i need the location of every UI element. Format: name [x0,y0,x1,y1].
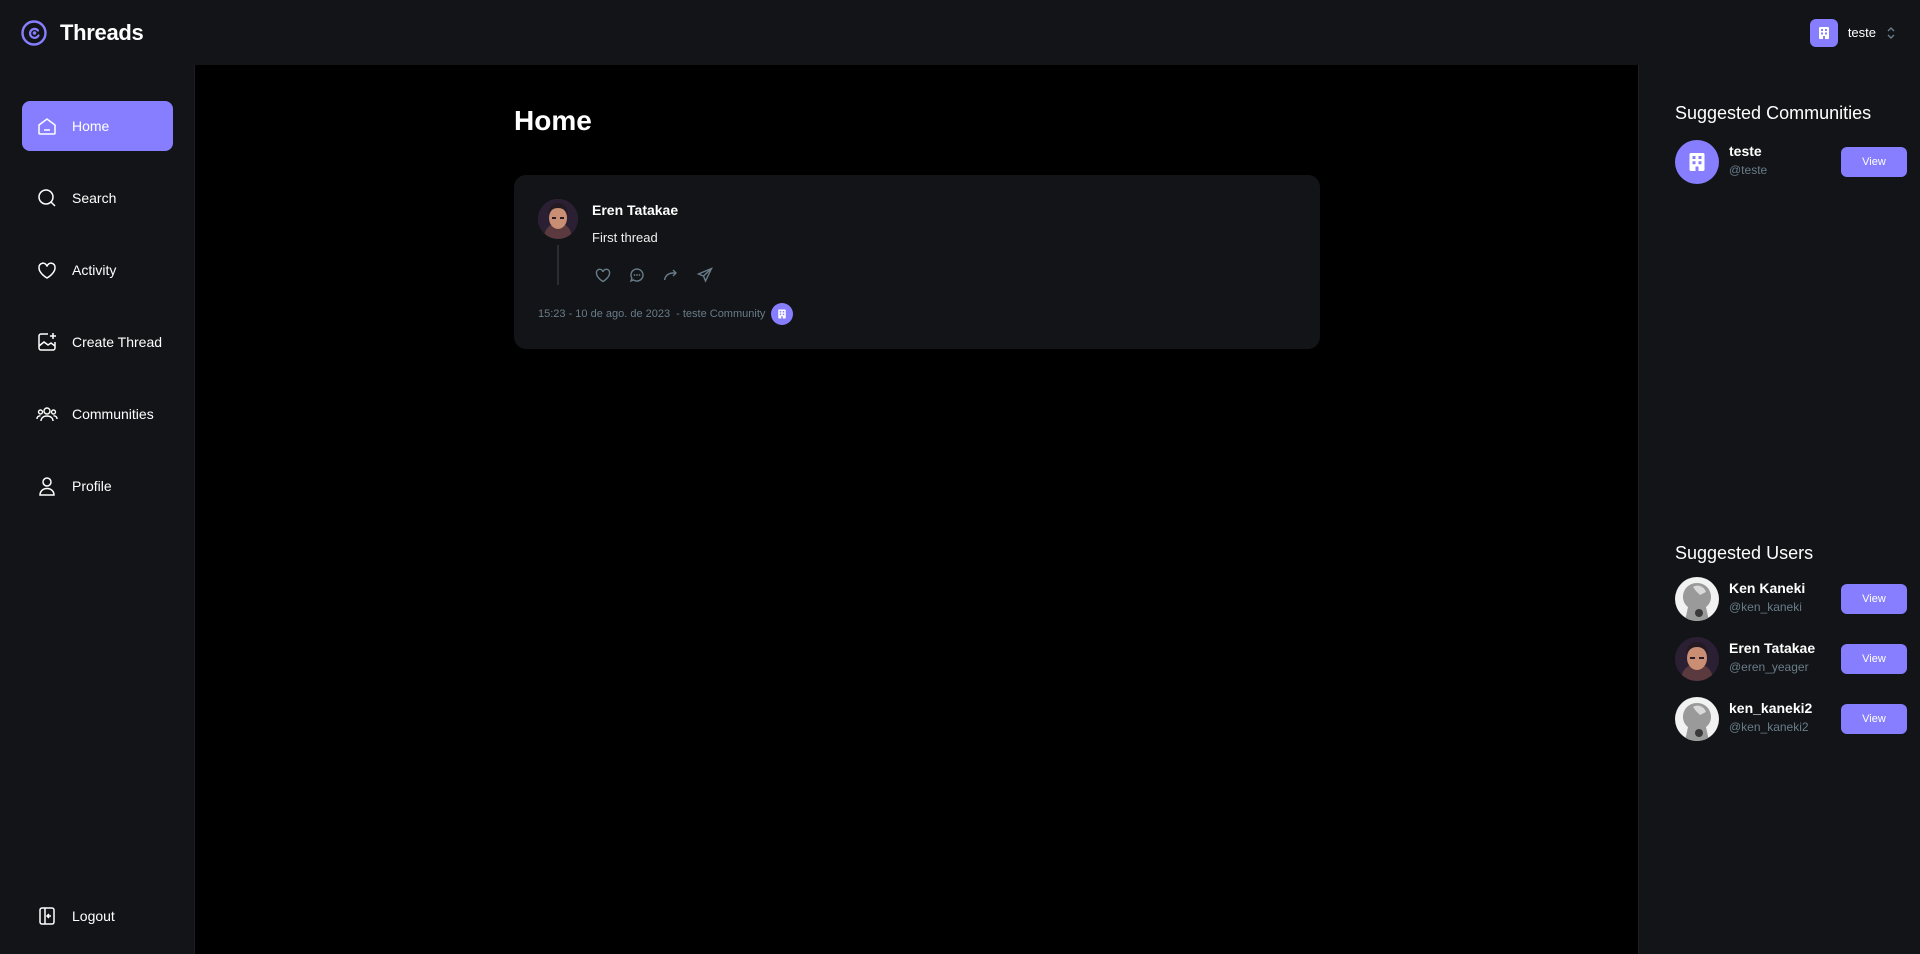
app-name: Threads [60,19,144,45]
suggested-user-row: ken_kaneki2 @ken_kaneki2 View [1675,697,1907,743]
sidebar-item-profile[interactable]: Profile [22,461,173,511]
community-name: teste [1729,143,1762,159]
thread-community-link[interactable]: - teste Community [676,308,765,320]
logout-icon [36,905,58,927]
top-bar: Threads teste [0,0,1920,65]
suggested-user-row: Ken Kaneki @ken_kaneki View [1675,577,1907,623]
user-avatar[interactable] [1675,697,1719,741]
user-avatar-image [1675,637,1719,681]
sidebar-item-label: Activity [72,262,117,278]
search-icon [36,187,58,209]
thread-text: First thread [592,230,658,245]
user-name: Eren Tatakae [1729,640,1816,656]
sidebar-item-communities[interactable]: Communities [22,389,173,439]
share-icon[interactable] [694,264,716,286]
logout-label: Logout [72,908,115,924]
main-content: Home Eren Tatakae First thread 15:23 - 1… [195,65,1638,954]
building-icon [1818,26,1829,39]
thread-meta: 15:23 - 10 de ago. de 2023 - teste Commu… [538,303,794,325]
building-icon [778,309,787,319]
view-user-button[interactable]: View [1841,644,1907,674]
user-name: Ken Kaneki [1729,580,1806,596]
organization-name: teste [1847,25,1876,40]
page-title: Home [514,105,592,136]
sidebar-item-label: Communities [72,406,154,422]
user-avatar-image [1675,577,1719,621]
user-icon [36,475,58,497]
sidebar-item-create-thread[interactable]: Create Thread [22,317,173,367]
organization-switcher[interactable]: teste [1809,18,1896,47]
create-icon [36,331,58,353]
thread-connector-line [557,245,559,285]
communities-icon [36,403,58,425]
repost-icon[interactable] [660,264,682,286]
logout-button[interactable]: Logout [22,891,173,941]
user-avatar[interactable] [1675,637,1719,681]
thread-actions [592,264,716,286]
right-sidebar: Suggested Communities teste @teste View … [1638,65,1920,954]
heart-icon [36,259,58,281]
community-handle: @teste [1729,163,1768,177]
author-avatar-image [538,199,578,239]
sidebar-item-label: Home [72,118,110,134]
view-community-button[interactable]: View [1841,147,1907,177]
author-avatar[interactable] [538,199,578,239]
user-handle: @ken_kaneki [1729,600,1802,614]
view-user-button[interactable]: View [1841,704,1907,734]
user-handle: @ken_kaneki2 [1729,720,1809,734]
suggested-user-row: Eren Tatakae @eren_yeager View [1675,637,1907,683]
community-avatar[interactable] [771,303,794,325]
user-avatar[interactable] [1675,577,1719,621]
sidebar-item-label: Search [72,190,117,206]
chevron-up-down-icon [1886,25,1896,41]
building-icon [1689,153,1705,171]
sidebar-item-activity[interactable]: Activity [22,245,173,295]
user-name: ken_kaneki2 [1729,700,1813,716]
suggested-users-title: Suggested Users [1675,543,1814,563]
sidebar-item-label: Profile [72,478,112,494]
brand-link[interactable]: Threads [20,19,144,47]
view-user-button[interactable]: View [1841,584,1907,614]
home-icon [36,115,58,137]
threads-logo-icon [21,19,47,46]
left-sidebar: Home Search Activity Create Thread Commu… [0,65,195,954]
sidebar-item-search[interactable]: Search [22,173,173,223]
suggested-communities-title: Suggested Communities [1675,103,1872,123]
user-handle: @eren_yeager [1729,660,1809,674]
thread-card[interactable]: Eren Tatakae First thread 15:23 - 10 de … [514,175,1320,349]
like-heart-icon[interactable] [592,264,614,286]
reply-icon[interactable] [626,264,648,286]
user-avatar-image [1675,697,1719,741]
sidebar-item-label: Create Thread [72,334,163,350]
organization-avatar [1809,18,1838,47]
community-avatar[interactable] [1675,140,1719,184]
thread-author-name[interactable]: Eren Tatakae [592,202,678,218]
suggested-community-row: teste @teste View [1675,140,1907,186]
thread-timestamp: 15:23 - 10 de ago. de 2023 [538,308,671,320]
sidebar-item-home[interactable]: Home [22,101,173,151]
